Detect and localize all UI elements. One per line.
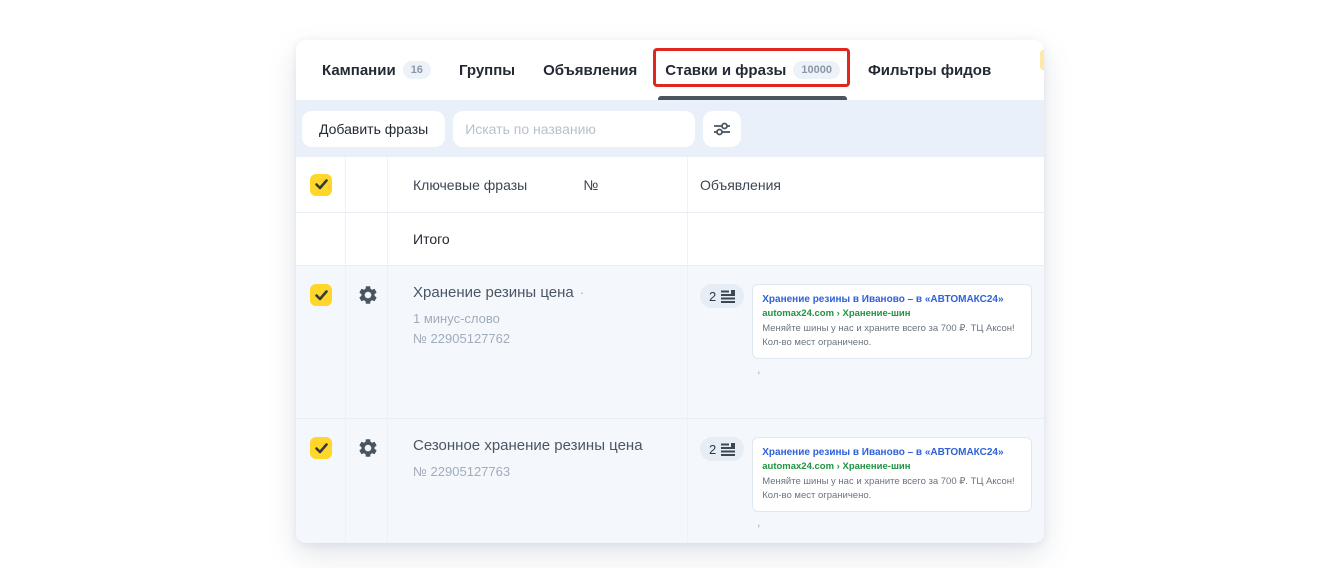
ad-more-mark: , xyxy=(757,365,1032,376)
minus-words-label[interactable]: 1 минус-слово xyxy=(413,309,673,329)
gear-icon[interactable] xyxy=(357,284,379,306)
phrase-row: Сезонное хранение резины цена № 22905127… xyxy=(296,418,1044,543)
tab-label: Кампании xyxy=(322,62,396,79)
tab-bar: Кампании 16 Группы Объявления Ставки и ф… xyxy=(296,40,1044,100)
add-phrases-button[interactable]: Добавить фразы xyxy=(302,111,445,147)
ad-list-icon xyxy=(721,290,735,303)
ad-display-url: automax24.com › Хранение-шин xyxy=(762,307,1022,321)
filter-button[interactable] xyxy=(703,111,741,147)
phrase-number: № 22905127762 xyxy=(413,329,673,349)
row-checkbox[interactable] xyxy=(310,284,332,306)
ad-title-link[interactable]: Хранение резины в Иваново – в «АВТОМАКС2… xyxy=(762,445,1022,460)
tab-bids-and-phrases[interactable]: Ставки и фразы 10000 xyxy=(665,40,840,100)
phrases-table: Ключевые фразы № Объявления Итого xyxy=(296,157,1044,543)
check-icon xyxy=(315,443,328,454)
ad-body-text: Меняйте шины у нас и храните всего за 70… xyxy=(762,475,1022,503)
hint-dot: · xyxy=(580,285,584,300)
sliders-icon xyxy=(713,121,731,137)
ad-preview-card[interactable]: Хранение резины в Иваново – в «АВТОМАКС2… xyxy=(752,437,1032,512)
tab-feed-filters[interactable]: Фильтры фидов xyxy=(868,40,991,100)
tab-count-badge: 10000 xyxy=(793,61,840,79)
column-header-ads[interactable]: Объявления xyxy=(700,177,781,193)
table-header-row: Ключевые фразы № Объявления xyxy=(296,157,1044,212)
ads-count-badge[interactable]: 2 xyxy=(700,284,744,308)
row-checkbox[interactable] xyxy=(310,437,332,459)
tab-label: Фильтры фидов xyxy=(868,62,991,79)
column-header-number[interactable]: № xyxy=(583,177,598,193)
ad-list-icon xyxy=(721,443,735,456)
ad-preview-card[interactable]: Хранение резины в Иваново – в «АВТОМАКС2… xyxy=(752,284,1032,359)
ad-body-text: Меняйте шины у нас и храните всего за 70… xyxy=(762,322,1022,350)
tab-groups[interactable]: Группы xyxy=(459,40,515,100)
ads-count: 2 xyxy=(709,289,716,304)
ad-display-url: automax24.com › Хранение-шин xyxy=(762,460,1022,474)
page: Кампании 16 Группы Объявления Ставки и ф… xyxy=(0,0,1340,568)
ad-title-link[interactable]: Хранение резины в Иваново – в «АВТОМАКС2… xyxy=(762,292,1022,307)
tab-campaigns[interactable]: Кампании 16 xyxy=(322,40,431,100)
tab-ads[interactable]: Объявления xyxy=(543,40,637,100)
check-icon xyxy=(315,179,328,190)
toolbar: Добавить фразы xyxy=(296,100,1044,157)
ad-more-mark: , xyxy=(757,518,1032,529)
totals-label: Итого xyxy=(413,231,450,247)
tab-label: Ставки и фразы xyxy=(665,62,786,79)
campaign-manager-panel: Кампании 16 Группы Объявления Ставки и ф… xyxy=(296,40,1044,543)
totals-row: Итого xyxy=(296,212,1044,265)
search-input[interactable] xyxy=(453,111,695,147)
ads-count: 2 xyxy=(709,442,716,457)
tab-count-badge: 16 xyxy=(403,61,431,79)
check-icon xyxy=(315,290,328,301)
column-header-keywords[interactable]: Ключевые фразы xyxy=(413,177,527,193)
phrase-number: № 22905127763 xyxy=(413,462,673,482)
ads-count-badge[interactable]: 2 xyxy=(700,437,744,461)
clipped-yellow-element xyxy=(1040,50,1044,70)
gear-icon[interactable] xyxy=(357,437,379,459)
phrase-title[interactable]: Хранение резины цена· xyxy=(413,283,673,303)
select-all-checkbox[interactable] xyxy=(310,174,332,196)
tab-label: Объявления xyxy=(543,62,637,79)
phrase-row: Хранение резины цена· 1 минус-слово № 22… xyxy=(296,265,1044,418)
phrase-title[interactable]: Сезонное хранение резины цена xyxy=(413,436,673,456)
tab-label: Группы xyxy=(459,62,515,79)
